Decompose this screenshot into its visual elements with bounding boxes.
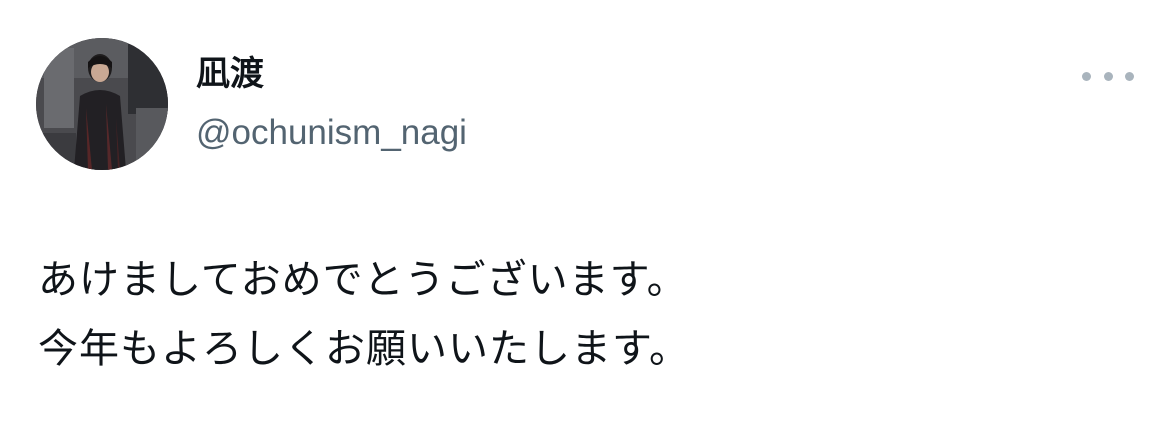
user-handle[interactable]: @ochunism_nagi <box>196 110 467 156</box>
avatar[interactable] <box>36 38 168 170</box>
more-options-button[interactable] <box>1082 62 1134 90</box>
display-name[interactable]: 凪渡 <box>196 52 264 96</box>
tweet-card: 凪渡 @ochunism_nagi あけましておめでとうございます。 今年もよろ… <box>0 0 1170 427</box>
tweet-body: あけましておめでとうございます。 今年もよろしくお願いいたします。 <box>38 246 1138 384</box>
tweet-text-line: 今年もよろしくお願いいたします。 <box>38 326 690 372</box>
tweet-text-line: あけましておめでとうございます。 <box>38 257 688 303</box>
avatar-image <box>36 38 168 170</box>
more-horizontal-icon-dot <box>1125 71 1134 81</box>
more-horizontal-icon-dot <box>1103 71 1113 81</box>
more-horizontal-icon <box>1082 71 1091 81</box>
